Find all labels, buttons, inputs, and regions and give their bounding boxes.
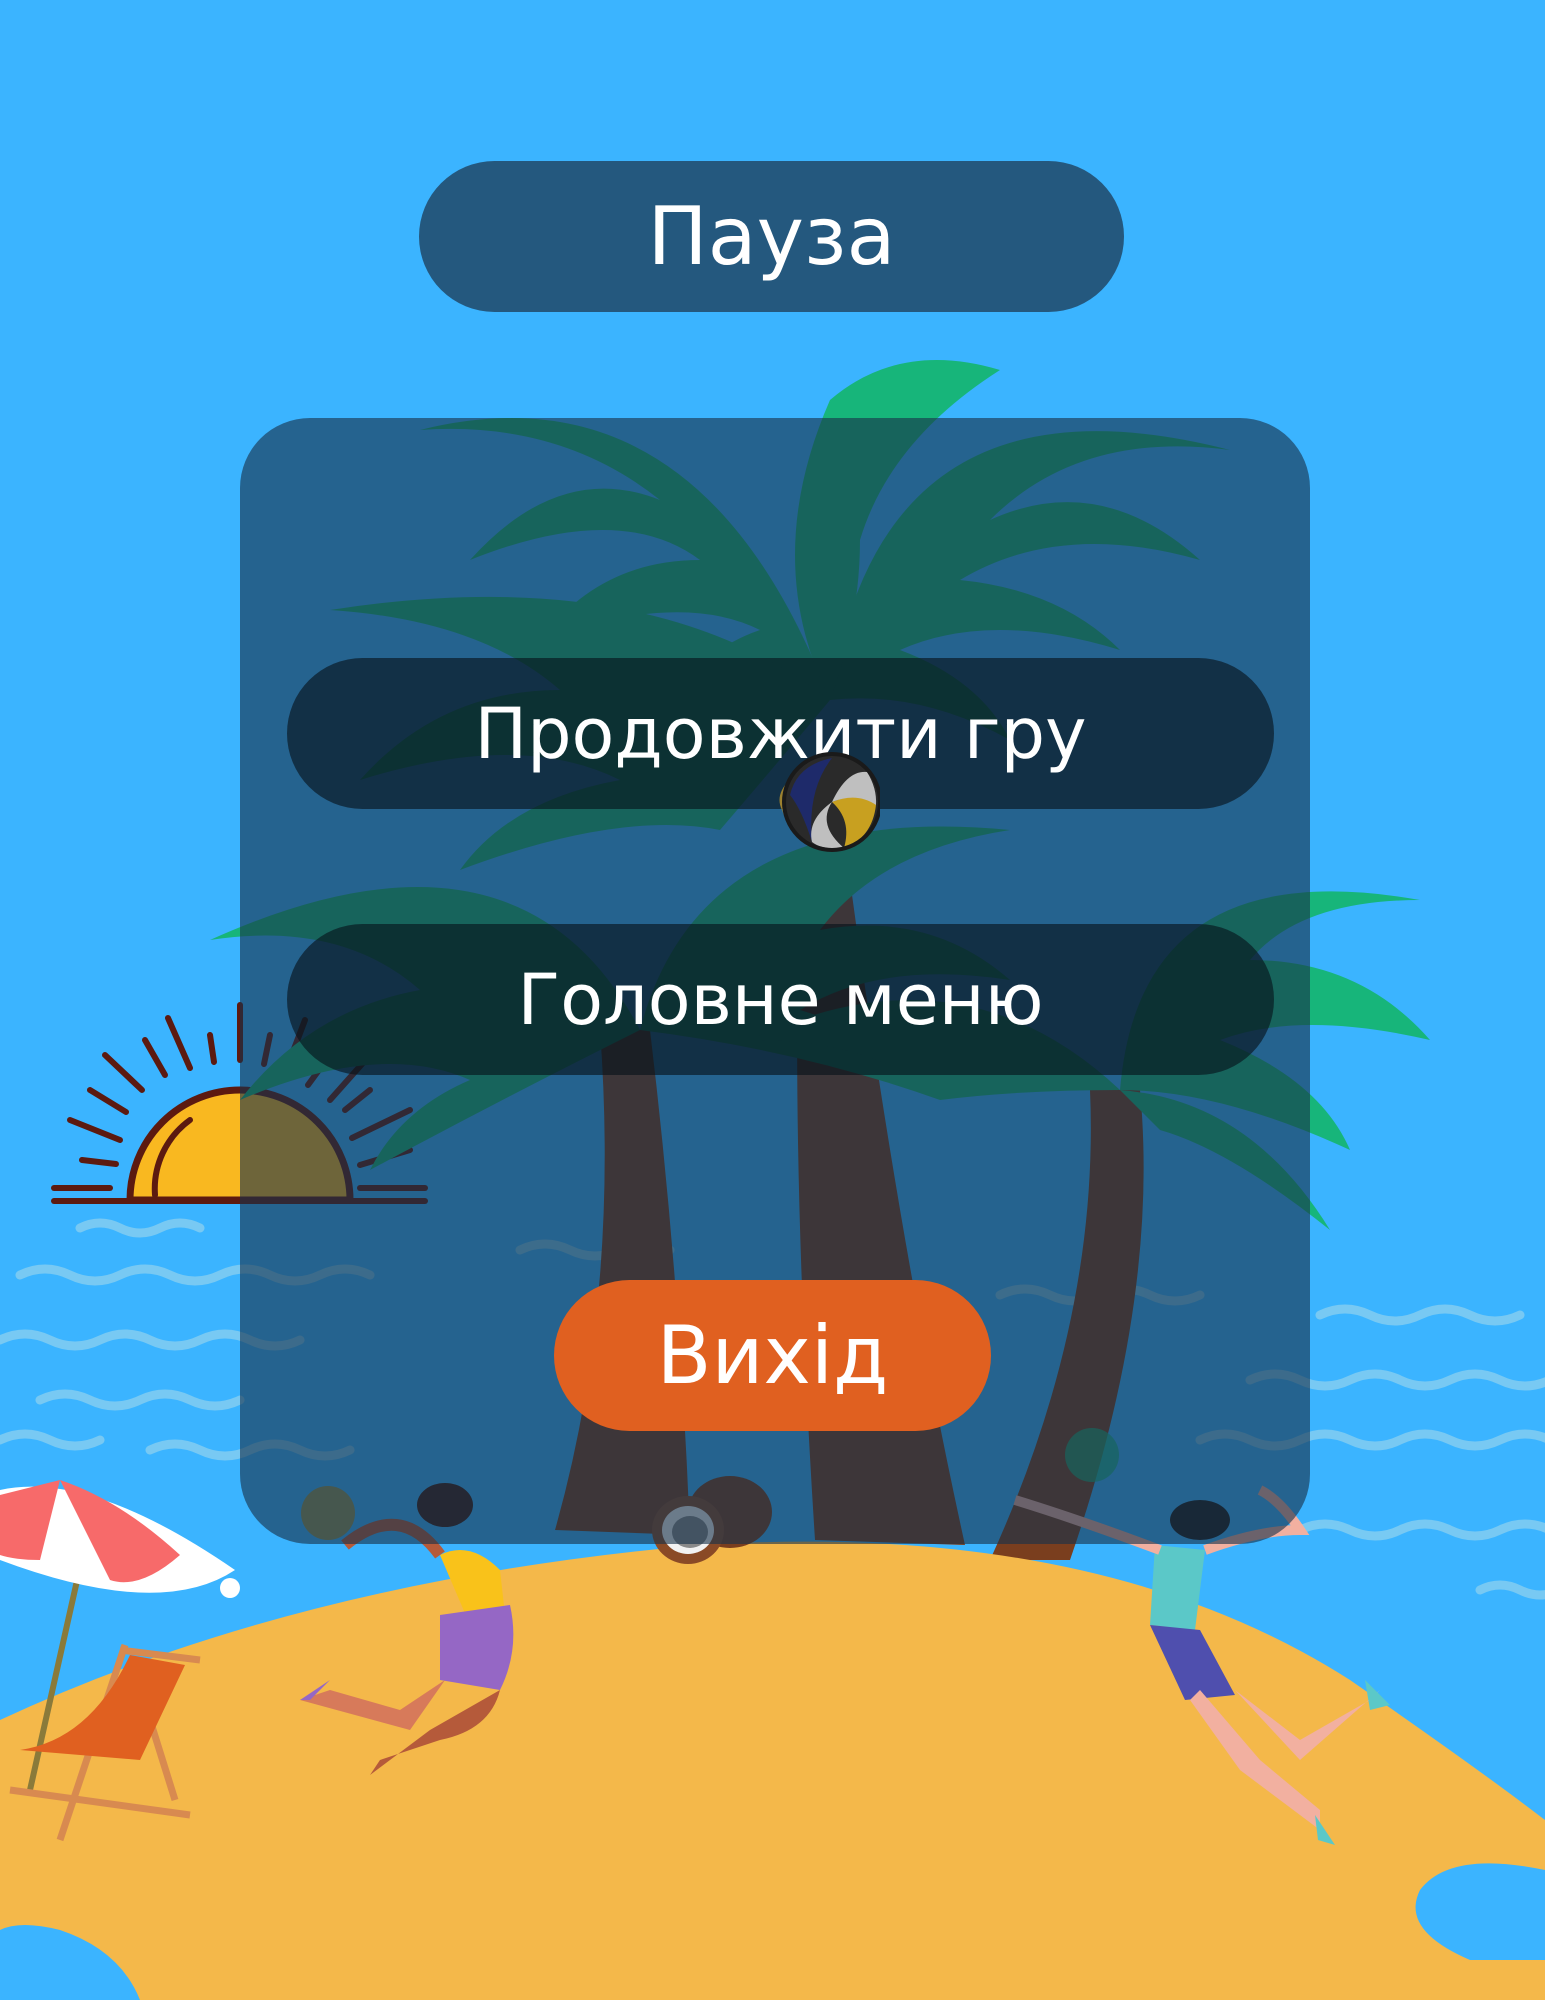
- exit-button[interactable]: Вихід: [554, 1280, 991, 1431]
- pause-title: Пауза: [419, 161, 1124, 312]
- volleyball-icon: [779, 752, 880, 852]
- main-menu-button[interactable]: Головне меню: [287, 924, 1274, 1075]
